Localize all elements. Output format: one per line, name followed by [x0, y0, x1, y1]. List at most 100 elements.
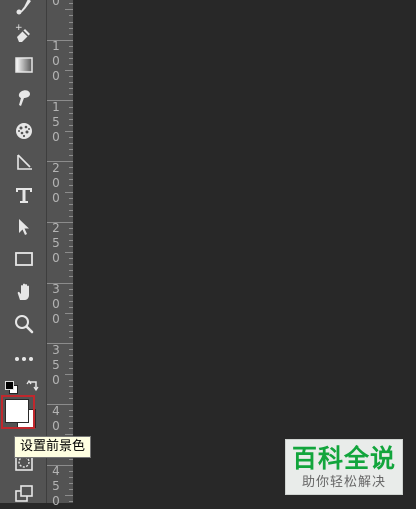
ruler-tick	[69, 227, 73, 229]
gradient-tool[interactable]	[6, 51, 42, 79]
ruler-tick	[69, 318, 73, 320]
ruler-tick	[69, 142, 73, 144]
ruler-label: 450	[52, 464, 60, 508]
watermark-logo: 百科全说 助你轻松解决	[285, 439, 403, 495]
ruler-tick	[65, 70, 73, 72]
ruler-tick	[69, 27, 73, 29]
ruler-tick	[69, 458, 73, 460]
ruler-tick	[47, 221, 73, 223]
ruler-tick	[69, 179, 73, 181]
ruler-tick	[69, 88, 73, 90]
document-canvas[interactable]	[74, 0, 416, 503]
ruler-tick	[69, 264, 73, 266]
ruler-tick	[69, 118, 73, 120]
ruler-tick	[69, 488, 73, 490]
ruler-tick	[69, 258, 73, 260]
ruler-tick	[69, 476, 73, 478]
tooltip: 设置前景色	[14, 436, 92, 458]
ruler-tick	[69, 155, 73, 156]
ruler-tick	[69, 136, 73, 138]
brush-tool[interactable]	[6, 0, 42, 20]
ruler-tick	[69, 288, 73, 290]
ruler-tick	[69, 416, 73, 417]
sponge-icon	[16, 123, 32, 139]
ruler-tick	[47, 161, 73, 163]
pen-tool[interactable]	[6, 148, 42, 176]
hand-tool[interactable]	[6, 278, 42, 306]
ruler-tick	[69, 397, 73, 399]
vertical-ruler: 0 100 150 200 250 300 350 400 450	[47, 0, 74, 508]
type-tool[interactable]	[6, 181, 42, 209]
ruler-label: 150	[52, 100, 60, 144]
ruler-tick	[69, 112, 73, 114]
ruler-tick	[69, 76, 73, 78]
ruler-tick	[69, 300, 73, 302]
arrow-icon	[19, 219, 29, 235]
screen-mode-tool[interactable]	[6, 480, 42, 508]
ruler-tick	[69, 64, 73, 65]
ruler-label: 250	[52, 221, 60, 265]
rectangle-icon	[15, 252, 33, 266]
sponge-tool[interactable]	[6, 117, 42, 145]
watermark-title: 百科全说	[291, 444, 396, 473]
brush-icon	[16, 0, 31, 15]
ruler-tick	[47, 343, 73, 345]
ruler-tick	[69, 203, 73, 205]
ruler-label: 300	[52, 282, 60, 326]
ruler-tick	[69, 233, 73, 235]
ruler-tick	[69, 355, 73, 357]
path-selection-tool[interactable]	[6, 213, 42, 241]
ruler-tick	[69, 51, 73, 53]
ruler-tick	[69, 215, 73, 217]
tools-panel: +	[0, 0, 47, 503]
svg-text:+: +	[15, 23, 23, 33]
ruler-tick	[69, 33, 73, 35]
ruler-tick	[69, 276, 73, 278]
ruler-tick	[65, 130, 73, 132]
smudge-tool[interactable]	[6, 84, 42, 112]
ruler-tick	[69, 82, 73, 84]
ruler-tick	[69, 197, 73, 199]
ruler-tick	[69, 385, 73, 387]
ruler-tick	[69, 294, 73, 296]
zoom-icon	[15, 315, 34, 334]
watermark-subtitle: 助你轻松解决	[301, 475, 386, 490]
ruler-tick	[69, 124, 73, 126]
screen-mode-icon	[15, 485, 33, 502]
ruler-label: 100	[52, 39, 60, 83]
ruler-label: 350	[52, 343, 60, 387]
edit-toolbar[interactable]	[6, 345, 42, 373]
smudge-icon	[18, 90, 30, 106]
ruler-tick	[69, 209, 73, 211]
ruler-tick	[69, 270, 73, 272]
ruler-tick	[69, 173, 73, 175]
ruler-tick	[65, 9, 73, 11]
swap-colors-icon[interactable]	[26, 378, 40, 392]
ruler-tick	[69, 94, 73, 96]
ruler-tick	[69, 15, 73, 17]
ruler-tick	[69, 240, 73, 241]
ruler-tick	[69, 428, 73, 430]
ruler-tick	[65, 312, 73, 314]
ruler-tick	[47, 100, 73, 102]
ruler-tick	[69, 325, 73, 326]
ruler-tick	[69, 57, 73, 59]
eraser-icon: +	[15, 23, 30, 42]
ruler-tick	[69, 337, 73, 339]
zoom-tool[interactable]	[6, 310, 42, 338]
ruler-label: 0	[52, 0, 60, 8]
hand-icon	[17, 283, 29, 300]
pen-icon	[17, 154, 32, 170]
ruler-tick	[47, 282, 73, 284]
rectangle-tool[interactable]	[6, 245, 42, 273]
ruler-tick	[65, 252, 73, 254]
gradient-icon	[15, 57, 33, 73]
foreground-color-swatch[interactable]	[5, 399, 29, 423]
ruler-tick	[69, 246, 73, 248]
eraser-tool[interactable]: +	[6, 20, 42, 48]
more-icon	[15, 357, 33, 361]
ruler-label: 200	[52, 161, 60, 205]
ruler-tick	[65, 373, 73, 375]
default-colors-icon[interactable]	[5, 381, 18, 394]
ruler-tick	[69, 410, 73, 411]
